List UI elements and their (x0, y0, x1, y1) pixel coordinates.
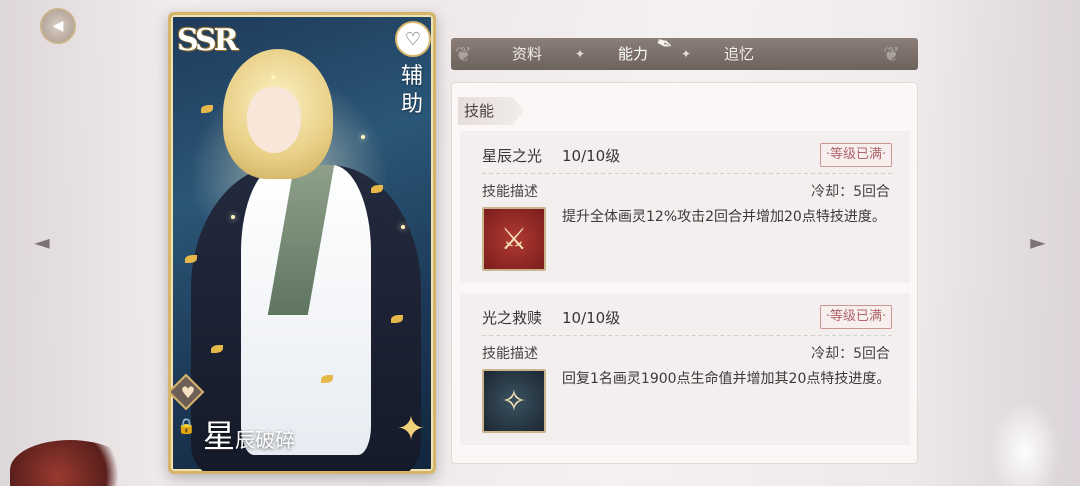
sparkle (231, 215, 235, 219)
divider (482, 173, 892, 174)
skill-level: 10/10级 (562, 147, 621, 165)
character-face (247, 87, 301, 153)
lock-icon[interactable]: 🔒 (177, 417, 196, 437)
skill-cooldown: 冷却：5回合 (811, 184, 890, 200)
skill-card: 光之救赎 10/10级 ·等级已满· 技能描述 冷却：5回合 ✧ 回复1名画灵1… (460, 293, 910, 445)
max-level-badge: ·等级已满· (820, 143, 892, 167)
character-name-first: 星 (203, 417, 236, 455)
skill-level: 10/10级 (562, 309, 621, 327)
skill-name: 星辰之光 (482, 147, 543, 165)
skill-desc-label: 技能描述 (482, 184, 538, 200)
affection-heart-button[interactable]: ♡ (395, 21, 431, 57)
back-button[interactable]: ◀ (40, 8, 76, 44)
skill-description: 回复1名画灵1900点生命值并增加其20点特技进度。 (562, 371, 891, 387)
rarity-badge: SSR (177, 23, 239, 58)
tab-bar: ❦ 资料 ✦ 能力 ✦ 追忆 ❦ (451, 38, 918, 70)
next-character-arrow[interactable]: ► (1024, 230, 1052, 254)
skill-card: 星辰之光 10/10级 ·等级已满· 技能描述 冷却：5回合 ⚔ 提升全体画灵1… (460, 131, 910, 283)
tab-memories[interactable]: 追忆 (707, 38, 771, 70)
skill-description: 提升全体画灵12%攻击2回合并增加20点特技进度。 (562, 209, 886, 225)
skill-name: 光之救赎 (482, 309, 543, 327)
sparkle (361, 135, 365, 139)
background-left-shade (0, 0, 180, 486)
skill-panel: 技能 星辰之光 10/10级 ·等级已满· 技能描述 冷却：5回合 ⚔ 提升全体… (451, 82, 918, 464)
sparkle (271, 75, 275, 79)
tab-separator-star-icon: ✦ (575, 47, 586, 61)
falling-leaf (201, 105, 213, 113)
right-arrow-icon: ► (1030, 230, 1046, 254)
feather-decoration (990, 400, 1060, 486)
max-level-badge: ·等级已满· (820, 305, 892, 329)
skill-cooldown: 冷却：5回合 (811, 346, 890, 362)
flourish-icon: ❦ (455, 42, 472, 66)
tab-separator-star-icon: ✦ (681, 47, 692, 61)
character-name: 星辰破碎 (203, 411, 295, 457)
character-card[interactable]: SSR ♡ 辅助 ♥ 🔒 星辰破碎 ✦ (168, 12, 436, 474)
skill-desc-label: 技能描述 (482, 346, 538, 362)
heartbeat-icon: ♡ (404, 28, 422, 50)
previous-character-arrow[interactable]: ◄ (28, 230, 56, 254)
sparkle (401, 225, 405, 229)
role-label: 辅助 (400, 64, 423, 117)
back-arrow-icon: ◀ (52, 18, 64, 34)
character-name-rest: 辰破碎 (235, 428, 296, 452)
tab-profile[interactable]: 资料 (495, 38, 559, 70)
crossed-weapons-icon: ⚔ (482, 207, 546, 271)
star-ornament-icon: ✦ (396, 409, 426, 449)
favorite-heart-icon[interactable]: ♥ (178, 379, 198, 405)
starlight-leaf-icon: ✧ (482, 369, 546, 433)
flourish-icon: ❦ (883, 42, 900, 66)
section-label: 技能 (458, 97, 524, 125)
left-arrow-icon: ◄ (34, 230, 50, 254)
divider (482, 335, 892, 336)
